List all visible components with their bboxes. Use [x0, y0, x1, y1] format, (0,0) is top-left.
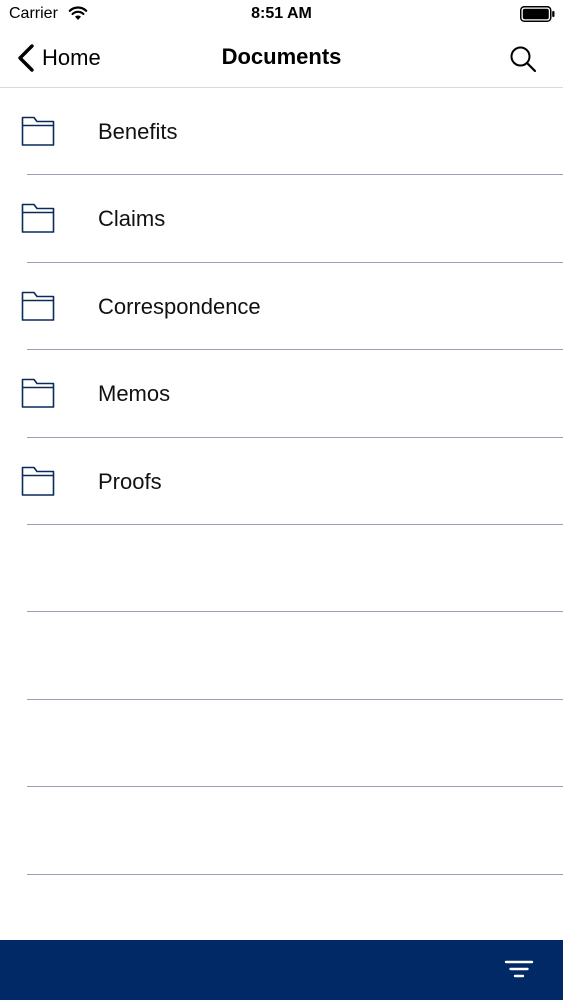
folder-icon — [21, 466, 55, 496]
folder-icon — [21, 204, 55, 234]
folder-label: Correspondence — [98, 293, 261, 319]
back-label: Home — [42, 45, 101, 70]
status-bar: Carrier 8:51 AM — [0, 0, 563, 30]
folder-label: Memos — [98, 381, 171, 407]
clock-time: 8:51 AM — [251, 5, 312, 22]
folder-icon — [21, 291, 55, 321]
folder-icon — [21, 378, 55, 408]
folder-row-correspondence[interactable]: Correspondence — [0, 263, 563, 351]
empty-row — [0, 700, 563, 788]
folder-row-proofs[interactable]: Proofs — [0, 438, 563, 526]
search-icon[interactable] — [506, 42, 540, 76]
battery-icon — [520, 6, 555, 22]
folder-label: Proofs — [98, 468, 162, 494]
folder-row-benefits[interactable]: Benefits — [0, 88, 563, 176]
filter-icon[interactable] — [503, 956, 535, 984]
folder-icon — [21, 116, 55, 146]
chevron-left-icon — [18, 44, 34, 72]
folder-label: Benefits — [98, 119, 178, 144]
folder-row-claims[interactable]: Claims — [0, 175, 563, 264]
folder-row-memos[interactable]: Memos — [0, 350, 563, 438]
folder-list: Benefits Claims Correspondence Memos Pro… — [0, 88, 563, 875]
empty-row — [0, 787, 563, 875]
navigation-bar: Home Documents — [0, 30, 563, 88]
bottom-toolbar — [0, 940, 563, 1000]
empty-row — [0, 525, 563, 613]
empty-row — [0, 612, 563, 701]
back-button[interactable]: Home — [15, 40, 101, 76]
folder-label: Claims — [98, 206, 166, 232]
